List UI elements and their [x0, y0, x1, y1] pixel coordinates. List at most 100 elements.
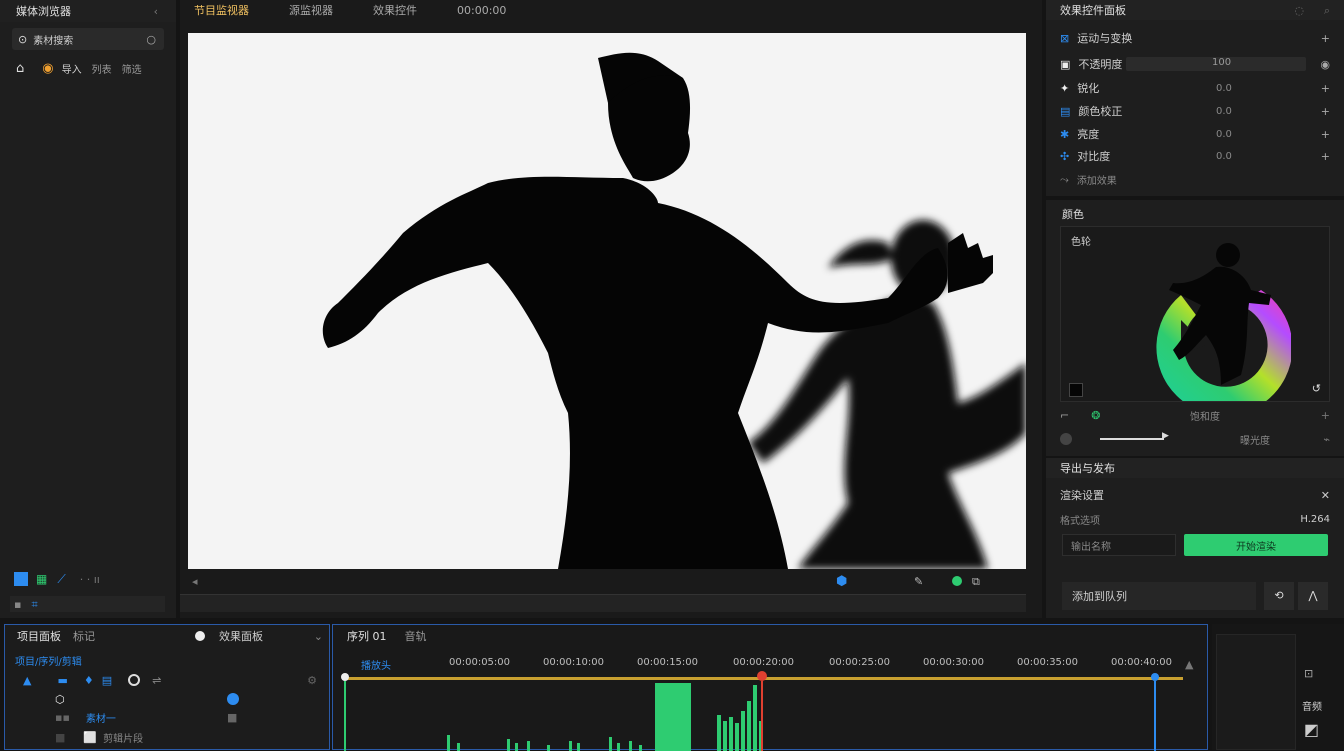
- clear-search-icon[interactable]: ○: [146, 34, 156, 45]
- tab-timecode[interactable]: 00:00:00: [457, 4, 506, 17]
- effect-value[interactable]: 0.0: [1216, 106, 1232, 117]
- list-icon[interactable]: ▦: [36, 573, 47, 585]
- waveform-icon[interactable]: ⌁: [1323, 434, 1330, 445]
- format-value[interactable]: H.264: [1300, 514, 1330, 525]
- left-tool-filter[interactable]: 筛选: [122, 61, 142, 76]
- fullscreen-icon[interactable]: ⬢: [836, 575, 847, 588]
- audio-meter: [1216, 634, 1296, 750]
- output-name-field[interactable]: 输出名称: [1062, 534, 1176, 556]
- project-tab-markers[interactable]: 标记: [73, 628, 95, 644]
- dot-icon: [1060, 433, 1072, 445]
- project-path[interactable]: 项目/序列/剪辑: [15, 653, 82, 668]
- clip-thumb-icon: ▪▪: [55, 710, 70, 724]
- color-wheel[interactable]: [1121, 235, 1291, 401]
- bin-icon[interactable]: ▬: [57, 675, 67, 686]
- home-icon[interactable]: ⌂: [16, 62, 24, 75]
- contrast-icon: ✣: [1060, 149, 1070, 163]
- effect-value[interactable]: 0.0: [1216, 151, 1232, 162]
- collapse-icon[interactable]: ‹: [154, 6, 158, 17]
- record-icon[interactable]: [128, 674, 141, 686]
- lock-icon[interactable]: ▲: [1185, 659, 1193, 670]
- tab-effect-controls[interactable]: 效果控件: [373, 2, 417, 18]
- reset-icon[interactable]: ↺: [1312, 383, 1321, 394]
- fader-icon[interactable]: ◩: [1304, 722, 1319, 738]
- effect-row[interactable]: ✣ 对比度 0.0 +: [1060, 146, 1330, 166]
- opacity-value[interactable]: 100: [1212, 57, 1231, 68]
- loop-icon[interactable]: ⟲: [1264, 582, 1294, 610]
- project-panel-title[interactable]: 项目面板: [17, 628, 61, 644]
- export-panel: 导出与发布 渲染设置 ✕ 格式选项 H.264 输出名称 开始渲染 添加到队列 …: [1046, 458, 1344, 618]
- effect-row[interactable]: ▤ 颜色校正 0.0 +: [1060, 101, 1330, 121]
- upload-icon[interactable]: ⋀: [1298, 582, 1328, 610]
- audio-tab[interactable]: 音轨: [405, 628, 427, 644]
- start-render-button[interactable]: 开始渲染: [1184, 534, 1328, 556]
- sequence-tab[interactable]: 序列 01: [347, 628, 387, 644]
- opacity-icon: ▣: [1060, 57, 1071, 71]
- visibility-icon[interactable]: ◉: [1320, 59, 1330, 70]
- export-frame-icon[interactable]: ⧉: [972, 576, 980, 587]
- add-icon[interactable]: +: [1321, 151, 1330, 162]
- tick-label: 00:00:20:00: [733, 657, 795, 668]
- color-wheel-box[interactable]: 色轮 ↺: [1060, 226, 1330, 402]
- green-indicator-icon[interactable]: [952, 576, 962, 586]
- tab-source-monitor[interactable]: 源监视器: [289, 2, 333, 18]
- color-panel-title: 颜色: [1062, 208, 1084, 221]
- list-item[interactable]: ▪▪ 素材一 ■: [55, 709, 315, 725]
- slider-icon[interactable]: ⟋: [57, 573, 65, 585]
- import-icon[interactable]: ◉: [42, 62, 53, 75]
- in-point-marker[interactable]: [341, 673, 349, 681]
- blue-dot-icon[interactable]: [227, 693, 239, 705]
- black-swatch-icon[interactable]: [1069, 383, 1083, 397]
- viewer-ruler[interactable]: [180, 594, 1026, 612]
- list-item[interactable]: ⬡: [55, 691, 315, 707]
- hue-icon[interactable]: ❂: [1091, 410, 1100, 421]
- tick-label: 00:00:35:00: [1017, 657, 1079, 668]
- effect-row[interactable]: ▣ 不透明度 100 ◉: [1060, 54, 1330, 74]
- add-icon[interactable]: +: [1321, 129, 1330, 140]
- tab-program-monitor[interactable]: 节目监视器: [194, 2, 249, 18]
- effect-value[interactable]: 0.0: [1216, 129, 1232, 140]
- settings-icon[interactable]: ◌: [1294, 5, 1304, 16]
- add-icon[interactable]: +: [1321, 106, 1330, 117]
- effect-value[interactable]: 0.0: [1216, 83, 1232, 94]
- tag-icon[interactable]: ♦: [84, 675, 94, 686]
- thumbnail-size-icon[interactable]: ▪: [14, 599, 21, 610]
- folder-icon[interactable]: ▲: [23, 675, 31, 686]
- effect-row[interactable]: ✱ 亮度 0.0 +: [1060, 124, 1330, 144]
- exposure-slider[interactable]: [1100, 438, 1164, 440]
- chevron-down-icon[interactable]: ⌄: [314, 631, 323, 642]
- list-item[interactable]: ■ ⬜ 剪辑片段: [55, 729, 315, 745]
- pin-icon[interactable]: ✕: [1321, 490, 1330, 501]
- media-search-field[interactable]: ⊙ 素材搜索 ○: [12, 28, 164, 50]
- effects-tab[interactable]: 效果面板: [219, 628, 263, 644]
- settings-icon[interactable]: ⚙: [307, 675, 317, 686]
- out-point-marker[interactable]: [1151, 673, 1159, 681]
- left-tool-list[interactable]: 列表: [92, 61, 112, 76]
- clip-icon[interactable]: ▤: [102, 675, 112, 686]
- effect-row-label: 运动与变换: [1077, 32, 1133, 45]
- marker-icon[interactable]: ◂: [192, 576, 198, 587]
- export-panel-title: 导出与发布: [1060, 462, 1115, 475]
- grid-icon[interactable]: [14, 572, 28, 586]
- effect-row[interactable]: ✦ 锐化 0.0 +: [1060, 78, 1330, 98]
- playhead-marker[interactable]: [757, 671, 767, 681]
- record-icon[interactable]: [195, 631, 205, 641]
- running-silhouettes-image: [322, 52, 1026, 569]
- effect-row[interactable]: ⊠ 运动与变换 +: [1060, 28, 1330, 48]
- add-icon[interactable]: +: [1321, 410, 1330, 421]
- eyedropper-icon[interactable]: ⌐: [1060, 410, 1069, 421]
- audio-waveform[interactable]: [347, 681, 1167, 751]
- left-tool-import[interactable]: 导入: [62, 61, 82, 76]
- add-icon[interactable]: +: [1321, 33, 1330, 44]
- brightness-icon: ✱: [1060, 127, 1070, 141]
- sort-icon[interactable]: ⌗: [31, 599, 37, 610]
- video-frame[interactable]: [188, 33, 1026, 569]
- add-to-queue-field[interactable]: 添加到队列: [1062, 582, 1256, 610]
- search-icon[interactable]: ⌕: [1324, 5, 1330, 16]
- add-icon[interactable]: +: [1321, 83, 1330, 94]
- keyframe-icon[interactable]: ⤳: [1060, 174, 1069, 185]
- meter-settings-icon[interactable]: ⊡: [1304, 668, 1313, 679]
- link-icon: ⇌: [152, 673, 162, 687]
- add-effect-label[interactable]: 添加效果: [1077, 172, 1117, 187]
- pen-icon[interactable]: ✎: [914, 576, 923, 587]
